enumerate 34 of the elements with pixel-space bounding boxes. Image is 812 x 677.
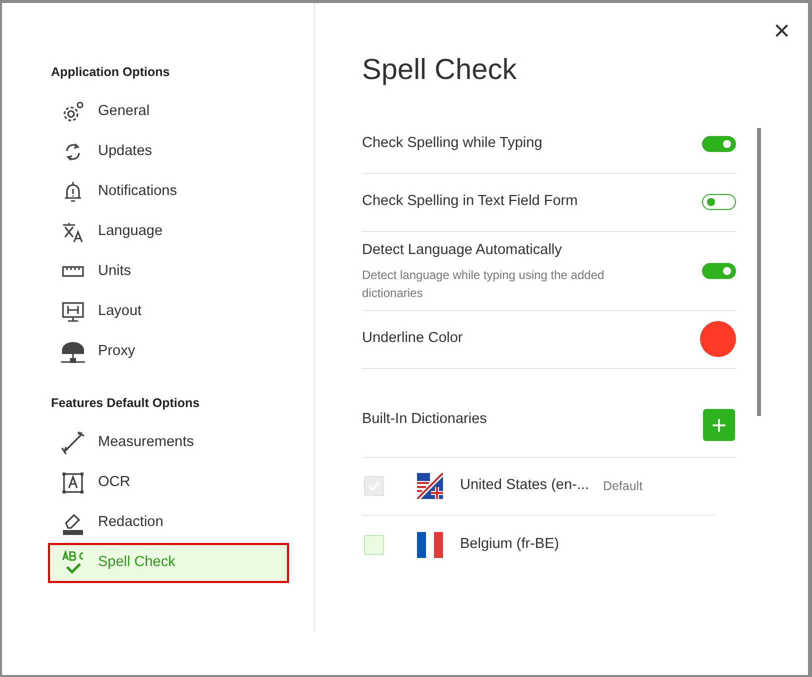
spell-check-icon <box>60 550 86 576</box>
default-label: Default <box>602 478 643 495</box>
sidebar-item[interactable]: Language <box>48 212 289 252</box>
sidebar-item[interactable]: Updates <box>48 132 289 172</box>
ocr-icon <box>60 470 86 496</box>
setting-description: Detect language while typing using the added dictionaries <box>362 266 606 302</box>
sidebar-item[interactable]: Notifications <box>48 172 289 212</box>
section-heading: Features Default Options <box>51 394 201 412</box>
color-swatch[interactable] <box>700 321 736 358</box>
setting-label: Underline Color <box>362 329 463 348</box>
page-title: Spell Check <box>362 53 518 88</box>
measure-icon <box>60 430 86 456</box>
setting-label: Check Spelling while Typing <box>362 134 542 154</box>
close-button[interactable]: × <box>770 17 794 45</box>
section-heading: Built-In Dictionaries <box>362 410 487 429</box>
flag-icon <box>417 473 443 500</box>
dictionary-name: United States (en-... <box>460 476 589 496</box>
sidebar-item[interactable]: Redaction <box>48 502 289 542</box>
flag-icon <box>417 532 443 558</box>
sidebar-item[interactable]: OCR <box>48 462 289 502</box>
sidebar-item[interactable]: Measurements <box>48 422 289 462</box>
setting-label: Detect Language Automatically <box>362 240 563 260</box>
dictionary-name: Belgium (fr-BE) <box>460 534 560 554</box>
scrollbar-thumb[interactable] <box>757 128 761 416</box>
setting-label: Check Spelling in Text Field Form <box>362 192 578 212</box>
sidebar-item[interactable]: Layout <box>48 292 289 332</box>
sidebar-item[interactable]: General <box>48 92 289 132</box>
sidebar-item[interactable]: Proxy <box>48 332 289 372</box>
section-heading: Application Options <box>51 64 171 81</box>
checkbox[interactable] <box>364 534 384 555</box>
toggle-switch[interactable] <box>702 136 736 152</box>
toggle-switch[interactable] <box>702 262 736 279</box>
toggle-switch[interactable] <box>702 194 736 210</box>
sidebar-item[interactable]: Units <box>48 252 289 292</box>
